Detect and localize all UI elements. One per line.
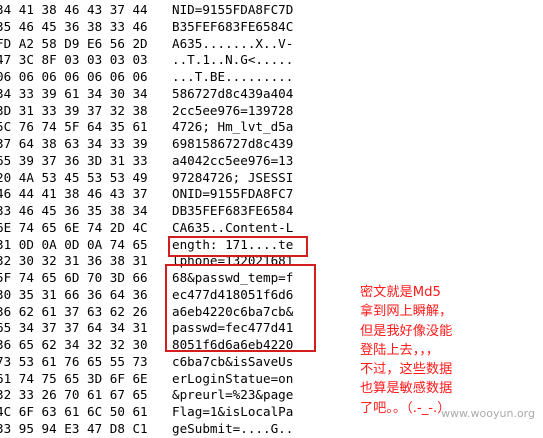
- ascii-text: a4042cc5ee976=13: [172, 152, 294, 168]
- hex-bytes: 34 33 39 61 34 30 34: [0, 85, 148, 101]
- hex-bytes: 32 30 32 31 36 38 31: [0, 253, 148, 269]
- hex-bytes: 5F 74 65 6D 70 3D 66: [0, 270, 148, 285]
- ascii-text: 2cc5ee976=139728: [172, 102, 294, 118]
- ascii-text: 586727d8c439a404: [172, 85, 294, 101]
- highlight-box-password: [165, 264, 316, 352]
- ascii-text: geSubmit=....G..: [172, 420, 294, 436]
- annotation-line: 拿到网上瞬解，: [360, 304, 453, 320]
- hex-bytes: 65 39 37 36 3D 31 33: [0, 152, 148, 168]
- ascii-text: A635.......X..V-: [172, 35, 294, 51]
- hex-bytes: 33 46 45 36 35 38 34: [0, 203, 148, 218]
- hex-bytes: 30 35 31 66 36 64 36: [0, 286, 148, 302]
- annotation-line: 登陆上去，，，: [360, 342, 440, 358]
- annotation-line: 也算是敏感数据: [360, 381, 453, 397]
- ascii-text: Flag=1&isLocalPa: [172, 404, 294, 419]
- ascii-text: 97284726; JSESSI: [172, 169, 294, 185]
- hex-bytes: FD A2 58 D9 E6 56 2D: [0, 35, 148, 51]
- ascii-text: 6981586727d8c439: [172, 136, 294, 151]
- hex-bytes: 5C 76 74 5F 64 35 61: [0, 119, 148, 135]
- hex-bytes: 20 4A 53 45 53 53 49: [0, 169, 148, 185]
- hex-bytes: 37 64 38 63 34 33 39: [0, 136, 148, 151]
- hex-bytes: 06 06 06 06 06 06 06: [0, 69, 148, 84]
- annotation-note: 密文就是Md5 拿到网上瞬解， 但是我好像没能 登陆上去，，， 不过，这些数据 也算是敏感…: [360, 283, 540, 418]
- hex-dump-view: 34 41 38 46 43 37 44 NID=9155FDA8FC7D 35 4…: [0, 0, 543, 436]
- hex-bytes: 35 46 45 36 38 33 46: [0, 18, 148, 34]
- hex-bytes: 73 53 61 76 65 55 73: [0, 353, 148, 369]
- hex-bytes: 4C 6F 63 61 6C 50 61: [0, 404, 148, 419]
- annotation-line: 密文就是Md5: [360, 285, 441, 300]
- hex-bytes: 46 44 41 38 46 43 37: [0, 186, 148, 202]
- watermark: www.wooyun.org: [441, 407, 535, 420]
- hex-bytes: 31 0D 0A 0D 0A 74 65: [0, 236, 148, 252]
- annotation-line: 但是我好像没能: [360, 323, 453, 339]
- ascii-text: B35FEF683FE6584C: [172, 18, 294, 34]
- hex-bytes: 65 34 37 37 64 34 31: [0, 320, 148, 336]
- hex-bytes: 36 65 62 34 32 32 30: [0, 337, 148, 352]
- hex-bytes: 34 41 38 46 43 37 44: [0, 2, 148, 17]
- ascii-text: ...T.BE.........: [172, 69, 294, 84]
- ascii-text: DB35FEF683FE6584: [172, 203, 294, 218]
- hex-bytes: 3D 31 33 39 37 32 38: [0, 102, 148, 118]
- ascii-text: CA635..Content-L: [172, 219, 294, 235]
- hex-bytes: 33 95 94 E3 47 D8 C1: [0, 420, 148, 436]
- ascii-text: NID=9155FDA8FC7D: [172, 2, 294, 17]
- ascii-text: erLoginStatue=on: [172, 370, 294, 386]
- ascii-text: ..T.1..N.G<.....: [172, 52, 294, 68]
- ascii-text: c6ba7cb&isSaveUs: [172, 353, 294, 369]
- ascii-text: ONID=9155FDA8FC7: [172, 186, 294, 202]
- hex-bytes: 32 33 26 70 61 67 65: [0, 387, 148, 403]
- ascii-text: 4726; Hm_lvt_d5a: [172, 119, 294, 135]
- hex-bytes: 61 74 75 65 3D 6F 6E: [0, 370, 148, 386]
- highlight-box-phone: [168, 236, 308, 257]
- ascii-text: &preurl=%23&page: [172, 387, 294, 403]
- annotation-line: 不过，这些数据: [360, 362, 453, 378]
- hex-bytes: 36 62 61 37 63 62 26: [0, 303, 148, 319]
- hex-bytes: 6E 74 65 6E 74 2D 4C: [0, 219, 148, 235]
- hex-bytes: 47 3C 8F 03 03 03 03: [0, 52, 148, 68]
